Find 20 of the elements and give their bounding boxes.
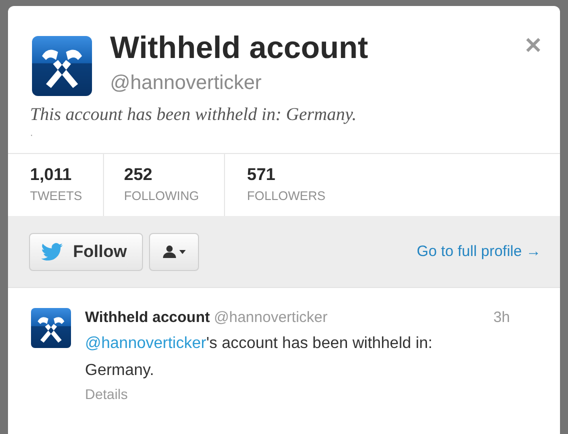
avatar-icon [32, 36, 92, 96]
profile-name: Withheld account [110, 30, 370, 66]
bird-icon [41, 242, 63, 260]
full-profile-link[interactable]: Go to full profile → [416, 243, 541, 260]
profile-location: . [30, 126, 34, 140]
user-actions-button[interactable] [149, 232, 199, 270]
details-link[interactable]: Details [85, 384, 128, 404]
close-button[interactable]: ✕ [524, 34, 542, 58]
caret-icon [178, 250, 186, 254]
stat-link[interactable]: 571 FOLLOWERS [225, 154, 346, 216]
mention-link[interactable]: @hannoverticker [85, 335, 206, 352]
tweet-author-handle[interactable]: @hannoverticker [214, 308, 328, 328]
profile-handle: @hannoverticker [110, 71, 262, 96]
tweet-text: @hannoverticker's account has been withheld in: Germany. [85, 334, 434, 381]
tweet-time[interactable]: 3h [493, 308, 510, 328]
profile-bio: This account has been withheld in: Germany. [30, 103, 358, 126]
avatar-icon [31, 308, 71, 348]
follow-button[interactable]: Follow [29, 232, 143, 270]
person-icon [162, 245, 176, 258]
tweet-author-name[interactable]: Withheld account [85, 308, 210, 328]
